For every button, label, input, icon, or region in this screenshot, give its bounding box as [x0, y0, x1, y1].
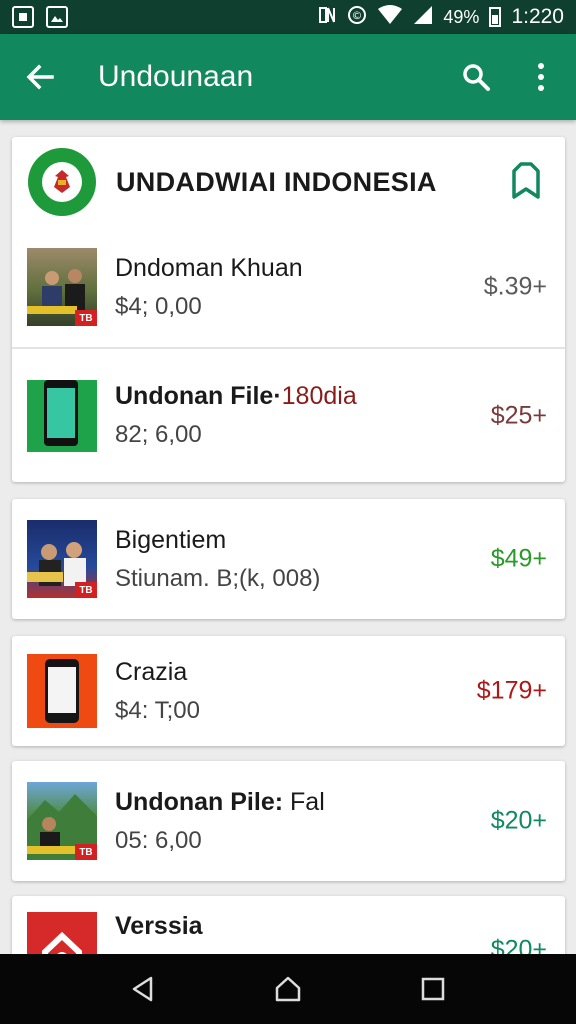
emblem-icon	[54, 170, 70, 193]
nfc-icon	[317, 5, 337, 29]
list-card[interactable]: TB Bigentiem Stiunam. B;(k, 008) $49+	[12, 499, 565, 619]
item-price: $49+	[490, 544, 547, 573]
nav-home-icon	[275, 976, 301, 1002]
item-thumbnail: TB	[27, 520, 97, 598]
nav-recents-icon	[422, 977, 445, 1001]
page-title: Undounaan	[98, 60, 254, 93]
item-subtitle: $4; 0,00	[115, 292, 202, 320]
search-button[interactable]	[446, 34, 506, 120]
status-bar: © 49% 1:220	[0, 0, 576, 34]
app-bar: Undounaan	[0, 34, 576, 120]
list-item[interactable]: Undonan File·180dia 82; 6,00 $25+	[12, 349, 565, 482]
back-button[interactable]	[0, 34, 80, 120]
header-card: UNDADWIAI INDONESIA TB Dndoman Khuan $4;…	[12, 137, 565, 482]
item-price: $.39+	[483, 272, 547, 301]
item-subtitle: 05: 6,00	[115, 826, 202, 854]
list-item[interactable]: TB Dndoman Khuan $4; 0,00 $.39+	[12, 227, 565, 347]
clock: 1:220	[511, 5, 564, 28]
item-title: Bigentiem	[115, 525, 227, 554]
wifi-icon	[377, 5, 403, 29]
card-header: UNDADWIAI INDONESIA	[12, 137, 565, 227]
nav-home-button[interactable]	[258, 959, 318, 1019]
sync-icon: ©	[347, 5, 367, 29]
more-vert-icon	[538, 63, 544, 91]
battery-icon	[489, 7, 502, 27]
bookmark-button[interactable]	[509, 161, 543, 204]
list-card[interactable]: TB Undonan Pile: Fal 05: 6,00 $20+	[12, 761, 565, 881]
item-title: Verssia	[115, 912, 203, 940]
brand-title: UNDADWIAI INDONESIA	[116, 166, 437, 197]
nav-back-icon	[132, 976, 152, 1002]
more-options-button[interactable]	[506, 34, 576, 120]
back-arrow-icon	[26, 64, 54, 90]
list-card[interactable]: Crazia $4: T;00 $179+	[12, 636, 565, 746]
item-title: Undonan Pile: Fal	[115, 787, 325, 816]
item-title: Dndoman Khuan	[115, 253, 303, 282]
item-price: $25+	[490, 401, 547, 429]
nav-recents-button[interactable]	[403, 959, 463, 1019]
item-thumbnail	[27, 379, 97, 452]
navigation-bar	[0, 954, 576, 1024]
item-subtitle: Stiunam. B;(k, 008)	[115, 564, 321, 592]
item-title: Crazia	[115, 657, 188, 686]
gallery-icon	[46, 6, 68, 28]
nav-back-button[interactable]	[113, 959, 173, 1019]
item-title: Undonan File·180dia	[115, 382, 357, 410]
item-subtitle: $4: T;00	[115, 696, 200, 724]
item-thumbnail: TB	[27, 248, 97, 326]
signal-icon	[413, 5, 433, 29]
search-icon	[463, 64, 490, 91]
bookmark-icon	[512, 161, 540, 199]
brand-logo	[28, 148, 96, 216]
item-thumbnail	[27, 654, 97, 728]
item-thumbnail: TB	[27, 782, 97, 860]
item-price: $20+	[490, 806, 547, 835]
image-icon	[12, 6, 34, 28]
item-subtitle: 82; 6,00	[115, 421, 202, 448]
svg-text:©: ©	[352, 9, 363, 22]
item-price: $179+	[476, 676, 547, 705]
battery-percent: 49%	[443, 6, 480, 27]
